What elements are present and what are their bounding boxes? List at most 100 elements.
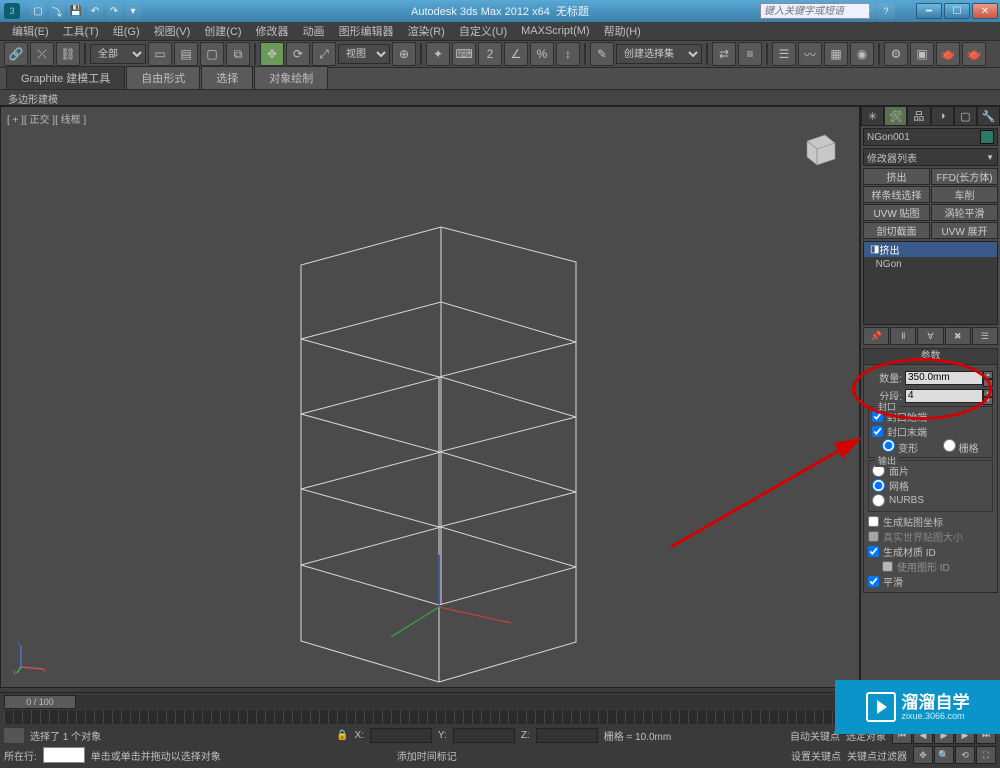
smooth-checkbox[interactable]	[868, 576, 879, 587]
stack-item-ngon[interactable]: NGon	[864, 257, 997, 272]
snap-2d-icon[interactable]: 2	[478, 42, 502, 66]
realworld-checkbox[interactable]	[868, 531, 879, 542]
nav-max-icon[interactable]: ⛶	[976, 746, 996, 764]
amount-spin-up[interactable]: ▲	[983, 371, 993, 379]
named-selection-set[interactable]: 创建选择集	[616, 44, 702, 64]
z-coord-input[interactable]	[536, 728, 598, 743]
script-icon[interactable]	[4, 728, 24, 743]
menu-animation[interactable]: 动画	[297, 22, 331, 40]
tab-hierarchy-icon[interactable]: 品	[907, 106, 930, 126]
window-crossing-icon[interactable]: ⧉	[226, 42, 250, 66]
select-scale-icon[interactable]: ⤢	[312, 42, 336, 66]
keyfilter-button[interactable]: 关键点过滤器	[847, 748, 907, 763]
setkey-button[interactable]: 设置关键点	[791, 748, 841, 763]
menu-group[interactable]: 组(G)	[107, 22, 146, 40]
ribbon-tab-freeform[interactable]: 自由形式	[126, 66, 200, 89]
select-icon[interactable]: ▭	[148, 42, 172, 66]
rollout-header[interactable]: 参数	[864, 349, 997, 365]
align-icon[interactable]: ≡	[738, 42, 762, 66]
render-prod-icon[interactable]: 🫖	[962, 42, 986, 66]
cap-end-checkbox[interactable]	[872, 426, 883, 437]
nav-orbit-icon[interactable]: ⟲	[955, 746, 975, 764]
material-editor-icon[interactable]: ◉	[850, 42, 874, 66]
mod-btn-slice[interactable]: 剖切截面	[863, 222, 930, 239]
object-name-field[interactable]: NGon001	[863, 128, 998, 146]
menu-modifiers[interactable]: 修改器	[250, 22, 295, 40]
stack-show-icon[interactable]: Ⅱ	[890, 327, 916, 345]
select-move-icon[interactable]: ✥	[260, 42, 284, 66]
qat-save-icon[interactable]: 💾	[68, 3, 84, 19]
viewcube[interactable]	[795, 125, 841, 171]
nav-zoom-icon[interactable]: 🔍	[934, 746, 954, 764]
ribbon-tab-graphite[interactable]: Graphite 建模工具	[6, 66, 125, 89]
nurbs-radio[interactable]	[872, 494, 885, 507]
tab-motion-icon[interactable]: ◑	[931, 106, 954, 126]
select-rotate-icon[interactable]: ⟳	[286, 42, 310, 66]
select-region-icon[interactable]: ▢	[200, 42, 224, 66]
menu-customize[interactable]: 自定义(U)	[453, 22, 513, 40]
gen-matid-checkbox[interactable]	[868, 546, 879, 557]
segments-spin-up[interactable]: ▲	[983, 389, 993, 397]
mod-btn-spline[interactable]: 样条线选择	[863, 186, 930, 203]
selection-filter[interactable]: 全部	[90, 44, 146, 64]
ref-coord-system[interactable]: 视图	[338, 44, 390, 64]
mod-btn-uvwmap[interactable]: UVW 贴图	[863, 204, 930, 221]
qat-more-icon[interactable]: ▾	[125, 3, 141, 19]
help-icon[interactable]: ?	[877, 3, 895, 19]
render-setup-icon[interactable]: ⚙	[884, 42, 908, 66]
stack-remove-icon[interactable]: ✖	[945, 327, 971, 345]
qat-new-icon[interactable]: ▢	[30, 3, 46, 19]
mod-btn-unwrap[interactable]: UVW 展开	[931, 222, 998, 239]
mesh-radio[interactable]	[872, 479, 885, 492]
grid-radio[interactable]	[943, 439, 956, 452]
amount-spin-down[interactable]: ▼	[983, 379, 993, 387]
ribbon-tab-selection[interactable]: 选择	[201, 66, 253, 89]
render-frame-icon[interactable]: ▣	[910, 42, 934, 66]
menu-edit[interactable]: 编辑(E)	[6, 22, 55, 40]
pivot-icon[interactable]: ⊕	[392, 42, 416, 66]
use-shape-checkbox[interactable]	[882, 561, 893, 572]
close-button[interactable]: ✕	[972, 3, 998, 19]
stack-pin-icon[interactable]: 📌	[863, 327, 889, 345]
schematic-icon[interactable]: ▦	[824, 42, 848, 66]
menu-grapheditors[interactable]: 图形编辑器	[333, 22, 400, 40]
tab-utilities-icon[interactable]: 🔧	[977, 106, 1000, 126]
lock-icon[interactable]: 🔒	[336, 730, 348, 741]
snap-percent-icon[interactable]: %	[530, 42, 554, 66]
add-time-tag[interactable]: 添加时间标记	[397, 748, 457, 763]
modifier-stack[interactable]: ◨ 挤出 NGon	[863, 241, 998, 325]
named-sel-edit-icon[interactable]: ✎	[590, 42, 614, 66]
minimize-button[interactable]: ━	[916, 3, 942, 19]
stack-item-extrude[interactable]: ◨ 挤出	[864, 242, 997, 257]
snap-angle-icon[interactable]: ∠	[504, 42, 528, 66]
select-name-icon[interactable]: ▤	[174, 42, 198, 66]
unlink-icon[interactable]: ⤫	[30, 42, 54, 66]
menu-create[interactable]: 创建(C)	[198, 22, 247, 40]
stack-config-icon[interactable]: ☰	[972, 327, 998, 345]
object-color-swatch[interactable]	[980, 130, 994, 144]
spinner-snap-icon[interactable]: ↕	[556, 42, 580, 66]
mod-btn-extrude[interactable]: 挤出	[863, 168, 930, 185]
tab-display-icon[interactable]: ▢	[954, 106, 977, 126]
menu-help[interactable]: 帮助(H)	[598, 22, 647, 40]
mod-btn-turbo[interactable]: 涡轮平滑	[931, 204, 998, 221]
maximize-button[interactable]: ☐	[944, 3, 970, 19]
ribbon-panel-label[interactable]: 多边形建模	[0, 90, 1000, 106]
qat-undo-icon[interactable]: ↶	[87, 3, 103, 19]
x-coord-input[interactable]	[370, 728, 432, 743]
menu-view[interactable]: 视图(V)	[148, 22, 197, 40]
gen-mapping-checkbox[interactable]	[868, 516, 879, 527]
star-icon[interactable]: ★	[858, 3, 876, 19]
menu-tools[interactable]: 工具(T)	[57, 22, 105, 40]
manipulate-icon[interactable]: ✦	[426, 42, 450, 66]
qat-redo-icon[interactable]: ↷	[106, 3, 122, 19]
stack-unique-icon[interactable]: ∀	[917, 327, 943, 345]
mod-btn-ffd[interactable]: FFD(长方体)	[931, 168, 998, 185]
qat-open-icon[interactable]: ⤵	[49, 3, 65, 19]
bind-icon[interactable]: ⛓	[56, 42, 80, 66]
layers-icon[interactable]: ☰	[772, 42, 796, 66]
segments-input[interactable]: 4	[905, 389, 983, 403]
y-coord-input[interactable]	[453, 728, 515, 743]
nav-pan-icon[interactable]: ✥	[913, 746, 933, 764]
curve-editor-icon[interactable]: 〰	[798, 42, 822, 66]
